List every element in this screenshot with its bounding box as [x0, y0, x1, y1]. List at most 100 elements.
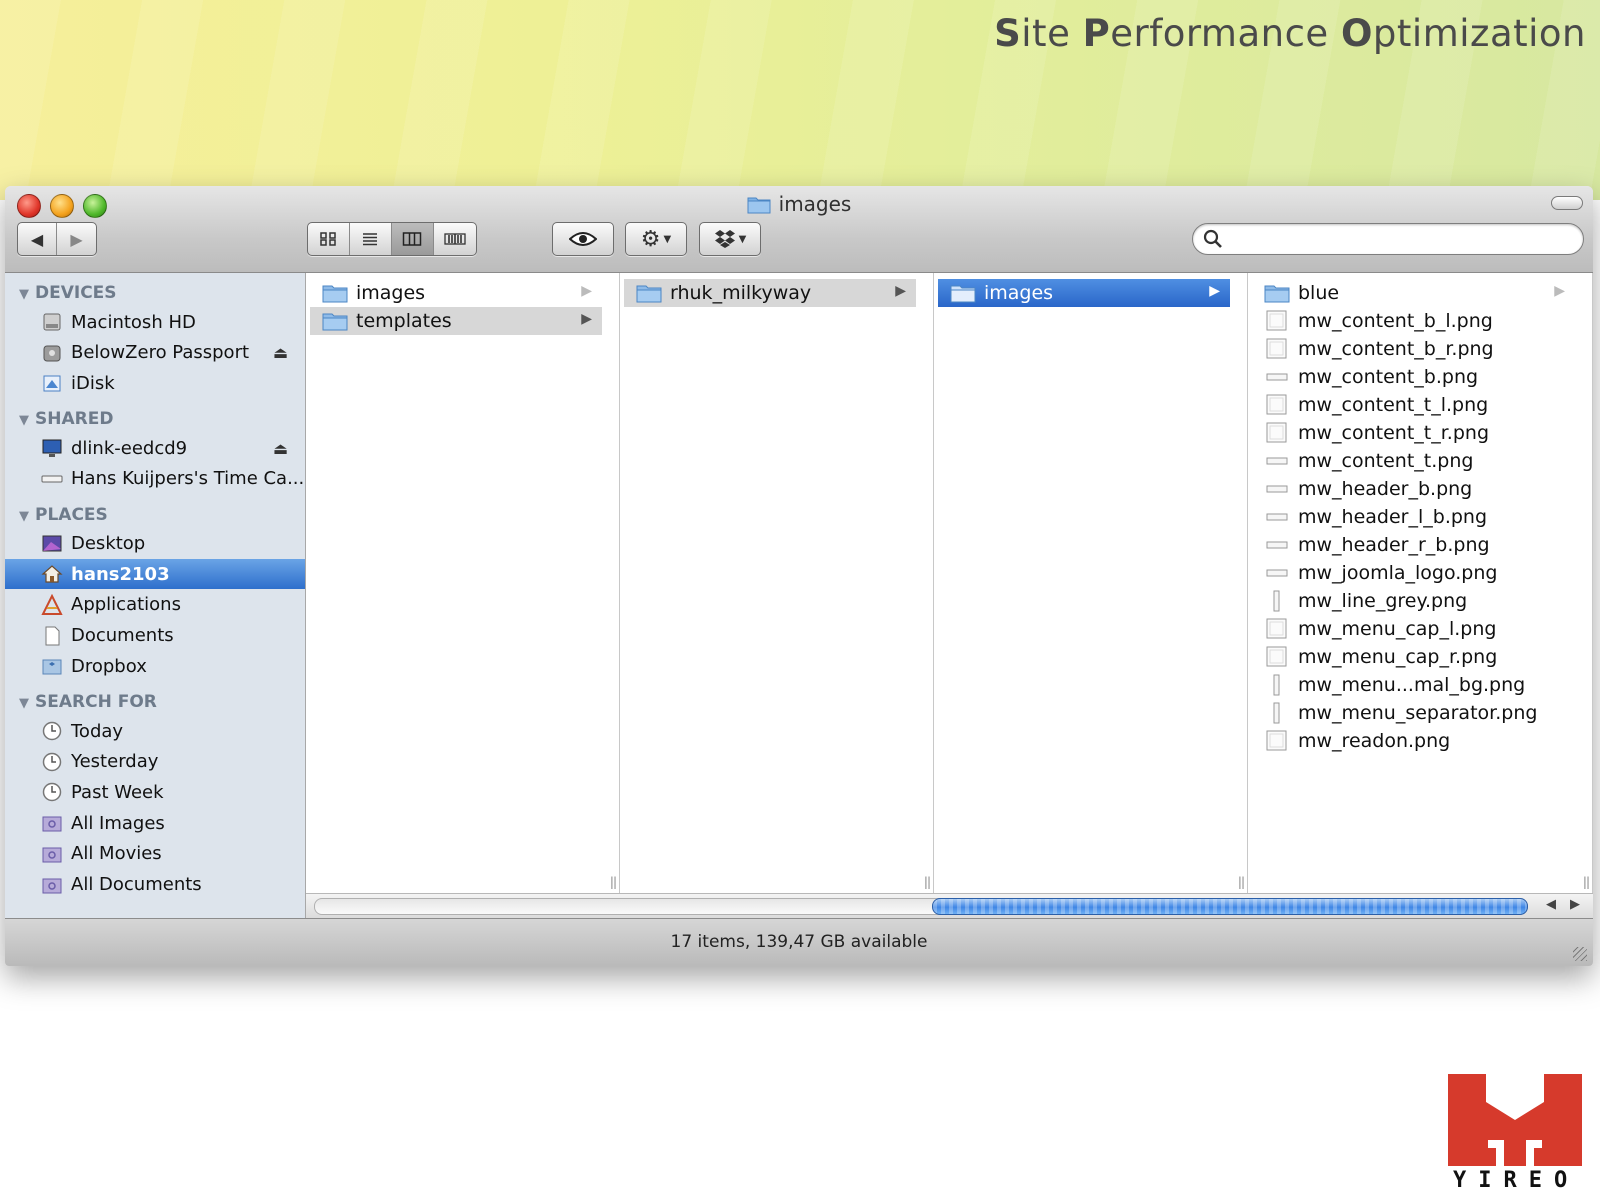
toolbar-toggle-button[interactable]: [1551, 196, 1583, 210]
quick-look-button[interactable]: [552, 222, 614, 256]
folder-item[interactable]: blue ▶: [1252, 279, 1575, 307]
file-item[interactable]: mw_content_t_l.png: [1252, 391, 1575, 419]
folder-item[interactable]: images ▶: [938, 279, 1230, 307]
sidebar-item-yesterday[interactable]: Yesterday: [5, 747, 305, 777]
chevron-down-icon: ▼: [738, 233, 747, 245]
item-label: mw_menu_separator.png: [1298, 702, 1538, 724]
image-file-icon: [1264, 730, 1290, 757]
horizontal-scrollbar[interactable]: ◀ ▶: [306, 893, 1593, 918]
disclosure-triangle-icon[interactable]: ▼: [19, 696, 29, 711]
folder-item[interactable]: images ▶: [310, 279, 602, 307]
scroll-left-arrow-icon[interactable]: ◀: [1546, 897, 1556, 912]
sidebar-section-search-for[interactable]: ▼ SEARCH FOR: [19, 692, 157, 712]
action-menu-button[interactable]: ⚙ ▼: [625, 222, 687, 256]
sidebar-item-all-documents[interactable]: All Documents: [5, 870, 305, 900]
file-item[interactable]: mw_content_b_r.png: [1252, 335, 1575, 363]
forward-button[interactable]: ▶: [57, 223, 96, 255]
sidebar-item-label: Dropbox: [71, 655, 147, 677]
sidebar-item-hans-kuijpers-s-time-ca[interactable]: Hans Kuijpers's Time Ca...: [5, 464, 305, 494]
sidebar-item-label: Today: [71, 720, 124, 742]
hard-drive-icon: [41, 311, 63, 333]
time-capsule-icon: [41, 468, 63, 490]
cover-flow-button[interactable]: [434, 223, 476, 255]
column-resize-handle[interactable]: ||: [1238, 875, 1245, 889]
slide-banner: Site Performance Optimization: [0, 0, 1600, 200]
file-item[interactable]: mw_content_t.png: [1252, 447, 1575, 475]
sidebar-item-applications[interactable]: Applications: [5, 590, 305, 620]
file-item[interactable]: mw_line_grey.png: [1252, 587, 1575, 615]
sidebar-section-devices[interactable]: ▼ DEVICES: [19, 283, 117, 303]
browser-column-4[interactable]: blue ▶ mw_content_b_l.png mw_content_b_r.pn…: [1248, 273, 1593, 893]
title-word-2: Performance: [1082, 12, 1341, 55]
sidebar-item-label: Hans Kuijpers's Time Ca...: [71, 468, 305, 490]
folder-item[interactable]: templates ▶: [310, 307, 602, 335]
scroll-thumb[interactable]: [932, 898, 1528, 915]
item-label: mw_header_b.png: [1298, 478, 1473, 500]
sidebar-item-belowzero-passport[interactable]: BelowZero Passport ⏏: [5, 338, 305, 368]
back-button[interactable]: ◀: [18, 223, 57, 255]
sidebar-item-hans2103[interactable]: hans2103: [5, 559, 305, 590]
file-item[interactable]: mw_menu...mal_bg.png: [1252, 671, 1575, 699]
file-item[interactable]: mw_content_b.png: [1252, 363, 1575, 391]
file-item[interactable]: mw_readon.png: [1252, 727, 1575, 755]
eject-icon[interactable]: ⏏: [273, 343, 288, 362]
folder-icon: [950, 282, 976, 309]
list-view-icon: [363, 233, 378, 246]
image-file-icon: [1264, 310, 1290, 337]
browser-column-2[interactable]: rhuk_milkyway ▶ ||: [620, 273, 934, 893]
sidebar-section-places[interactable]: ▼ PLACES: [19, 505, 108, 525]
column-view-button[interactable]: [391, 223, 435, 255]
sidebar-item-today[interactable]: Today: [5, 716, 305, 746]
file-item[interactable]: mw_menu_cap_l.png: [1252, 615, 1575, 643]
gear-icon: ⚙: [640, 226, 661, 252]
file-item[interactable]: mw_menu_separator.png: [1252, 699, 1575, 727]
sidebar-item-macintosh-hd[interactable]: Macintosh HD: [5, 307, 305, 337]
file-item[interactable]: mw_header_b.png: [1252, 475, 1575, 503]
sidebar-item-documents[interactable]: Documents: [5, 621, 305, 651]
sidebar-item-dlink-eedcd9[interactable]: dlink-eedcd9 ⏏: [5, 433, 305, 463]
sidebar-item-dropbox[interactable]: Dropbox: [5, 651, 305, 681]
item-label: blue: [1298, 282, 1340, 304]
dropbox-menu-button[interactable]: ▼: [699, 222, 761, 256]
item-label: mw_content_b_l.png: [1298, 310, 1493, 332]
eject-icon[interactable]: ⏏: [273, 439, 288, 458]
disclosure-arrow-icon: ▶: [1209, 283, 1220, 299]
resize-grip-icon[interactable]: [1573, 947, 1587, 961]
browser-column-3[interactable]: images ▶ ||: [934, 273, 1248, 893]
file-item[interactable]: mw_header_r_b.png: [1252, 531, 1575, 559]
file-item[interactable]: mw_content_t_r.png: [1252, 419, 1575, 447]
item-label: mw_menu...mal_bg.png: [1298, 674, 1526, 696]
column-resize-handle[interactable]: ||: [610, 875, 617, 889]
folder-item[interactable]: rhuk_milkyway ▶: [624, 279, 916, 307]
browser-column-1[interactable]: images ▶ templates ▶ ||: [306, 273, 620, 893]
folder-icon: [322, 310, 348, 337]
chevron-down-icon: ▼: [663, 233, 672, 245]
file-item[interactable]: mw_joomla_logo.png: [1252, 559, 1575, 587]
disclosure-triangle-icon[interactable]: ▼: [19, 287, 29, 302]
icon-view-button[interactable]: [308, 223, 350, 255]
sidebar-item-all-images[interactable]: All Images: [5, 808, 305, 838]
sidebar-item-all-movies[interactable]: All Movies: [5, 839, 305, 869]
list-view-button[interactable]: [350, 223, 392, 255]
file-item[interactable]: mw_menu_cap_r.png: [1252, 643, 1575, 671]
image-file-icon: [1264, 478, 1290, 505]
scroll-right-arrow-icon[interactable]: ▶: [1570, 897, 1580, 912]
column-resize-handle[interactable]: ||: [924, 875, 931, 889]
file-item[interactable]: mw_content_b_l.png: [1252, 307, 1575, 335]
disclosure-triangle-icon[interactable]: ▼: [19, 413, 29, 428]
sidebar-section-shared[interactable]: ▼ SHARED: [19, 409, 113, 429]
disclosure-triangle-icon[interactable]: ▼: [19, 509, 29, 524]
sidebar-item-past-week[interactable]: Past Week: [5, 777, 305, 807]
search-field[interactable]: [1192, 223, 1584, 255]
folder-icon: [1264, 282, 1290, 309]
smart-folder-icon: [41, 843, 63, 865]
file-item[interactable]: mw_header_l_b.png: [1252, 503, 1575, 531]
column-resize-handle[interactable]: ||: [1583, 875, 1590, 889]
disclosure-arrow-icon: ▶: [581, 283, 592, 299]
network-computer-icon: [41, 437, 63, 459]
sidebar-item-desktop[interactable]: Desktop: [5, 529, 305, 559]
eye-icon: [569, 232, 597, 246]
item-label: mw_content_b_r.png: [1298, 338, 1494, 360]
sidebar-item-idisk[interactable]: iDisk: [5, 368, 305, 398]
search-input[interactable]: [1227, 228, 1571, 250]
